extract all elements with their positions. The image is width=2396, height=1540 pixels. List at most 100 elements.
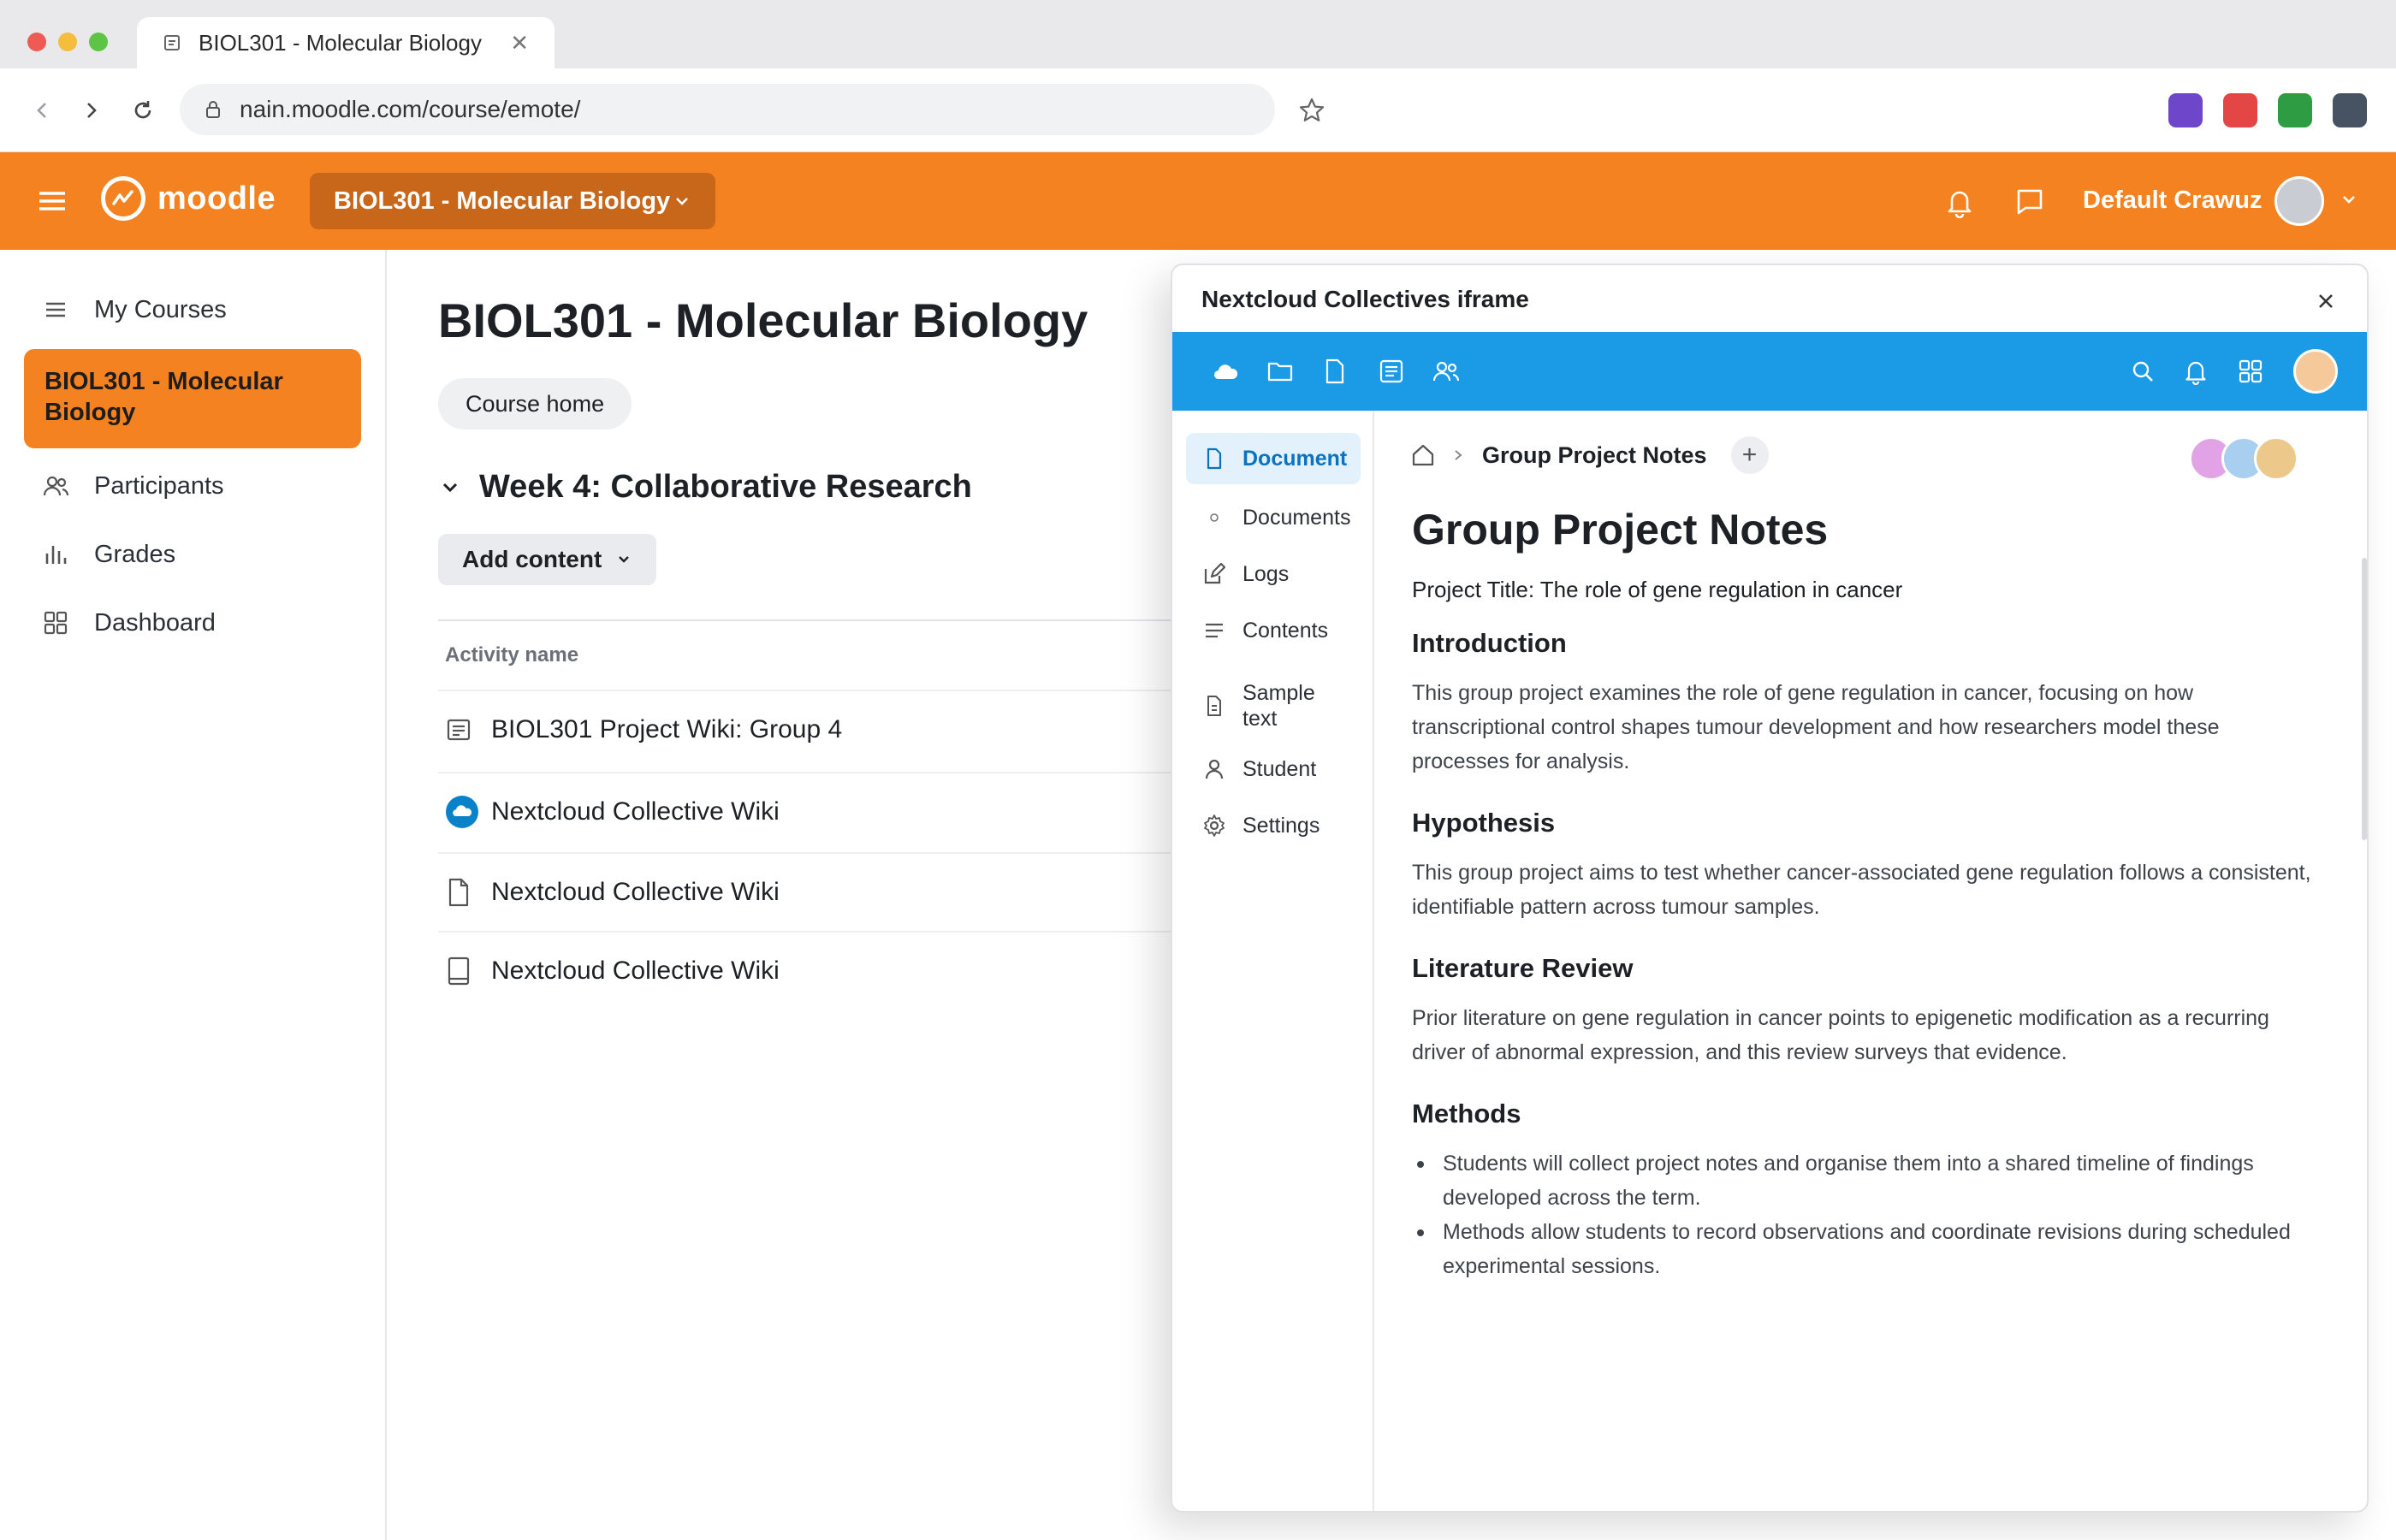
- activity-row[interactable]: Nextcloud Collective Wiki: [438, 931, 1174, 1010]
- home-icon[interactable]: [1410, 442, 1436, 468]
- star-icon: [1299, 98, 1325, 121]
- menu-toggle-button[interactable]: [34, 183, 70, 219]
- nav-item-document[interactable]: Document: [1186, 433, 1361, 484]
- forward-button[interactable]: [72, 91, 111, 130]
- notes-app-button[interactable]: [1373, 352, 1410, 390]
- add-subpage-button[interactable]: +: [1730, 436, 1769, 474]
- nav-item-contents[interactable]: Contents: [1186, 609, 1361, 652]
- search-button[interactable]: [2124, 352, 2162, 390]
- lock-icon: [204, 99, 222, 120]
- nextcloud-iframe-modal: Nextcloud Collectives iframe Document Do…: [1171, 264, 2369, 1513]
- user-avatar[interactable]: [2274, 176, 2324, 226]
- extension-red-icon[interactable]: [2223, 93, 2257, 127]
- activity-row[interactable]: Nextcloud Collective Wiki: [438, 852, 1174, 931]
- sidebar-item-dashboard[interactable]: Dashboard: [24, 604, 361, 642]
- sidebar-item-grades[interactable]: Grades: [24, 536, 361, 573]
- url-field[interactable]: nain.moodle.com/course/emote/: [180, 84, 1275, 135]
- course-home-button[interactable]: Course home: [438, 378, 632, 429]
- tab-close-icon[interactable]: ✕: [510, 30, 529, 56]
- url-text: nain.moodle.com/course/emote/: [240, 96, 581, 122]
- nav-item-label: Logs: [1242, 561, 1290, 586]
- person-icon: [1201, 756, 1227, 782]
- breadcrumb-current[interactable]: Group Project Notes: [1482, 442, 1707, 469]
- reload-icon: [134, 101, 151, 119]
- messages-button[interactable]: [2011, 183, 2049, 221]
- sidebar-item-label: Grades: [94, 540, 176, 568]
- section-paragraph: Prior literature on gene regulation in c…: [1412, 1006, 2269, 1064]
- nav-item-label: Student: [1242, 756, 1317, 781]
- collective-page-content: Group Project Notes + Group Project Note…: [1374, 411, 2367, 1511]
- notifications-button[interactable]: [1941, 183, 1978, 221]
- close-icon: [2319, 294, 2333, 308]
- nav-item-sample-text[interactable]: Sample text: [1186, 676, 1361, 736]
- nav-item-student[interactable]: Student: [1186, 748, 1361, 791]
- bookmark-button[interactable]: [1292, 91, 1331, 130]
- add-content-button[interactable]: Add content: [438, 534, 657, 585]
- document-icon: [1201, 446, 1227, 471]
- hamburger-icon: [39, 192, 65, 210]
- add-content-label: Add content: [462, 546, 602, 572]
- extension-purple-icon[interactable]: [2168, 93, 2203, 127]
- sidebar-item-participants[interactable]: Participants: [24, 467, 361, 505]
- chat-bubble-icon: [2017, 189, 2043, 215]
- maximize-window-button[interactable]: [89, 33, 108, 51]
- browser-tab[interactable]: BIOL301 - Molecular Biology ✕: [137, 17, 555, 68]
- back-icon: [37, 103, 46, 118]
- gear-icon: [1201, 813, 1227, 838]
- sidebar-item-label: Participants: [94, 471, 224, 500]
- nav-item-label: Document: [1242, 446, 1348, 471]
- browser-tab-bar: BIOL301 - Molecular Biology ✕: [0, 0, 2396, 68]
- extension-green-icon[interactable]: [2278, 93, 2312, 127]
- course-selector-dropdown[interactable]: BIOL301 - Molecular Biology: [310, 173, 715, 229]
- activity-row[interactable]: Nextcloud Collective Wiki: [438, 772, 1174, 850]
- activity-link[interactable]: Nextcloud Collective Wiki: [491, 957, 780, 986]
- content-scrollbar[interactable]: [2362, 558, 2367, 840]
- section-header[interactable]: Week 4: Collaborative Research: [438, 469, 972, 506]
- activity-link[interactable]: BIOL301 Project Wiki: Group 4: [491, 715, 842, 744]
- modal-title: Nextcloud Collectives iframe: [1201, 286, 1529, 312]
- nc-notifications-button[interactable]: [2177, 352, 2215, 390]
- section-heading: Introduction: [1412, 628, 1567, 658]
- files-app-button[interactable]: [1261, 352, 1299, 390]
- apps-menu-button[interactable]: [2232, 352, 2269, 390]
- section-paragraph: This group project aims to test whether …: [1412, 861, 2311, 919]
- nc-user-avatar[interactable]: [2293, 349, 2338, 394]
- minimize-window-button[interactable]: [58, 33, 77, 51]
- modal-close-button[interactable]: [2309, 284, 2343, 318]
- logo-text: moodle: [157, 180, 276, 216]
- wiki-icon: [438, 716, 481, 743]
- sidebar-item-current-course[interactable]: BIOL301 - Molecular Biology: [24, 349, 361, 448]
- activity-link[interactable]: Nextcloud Collective Wiki: [491, 878, 780, 907]
- user-name[interactable]: Default Crawuz: [2083, 187, 2262, 215]
- chevron-down-icon[interactable]: [438, 476, 462, 500]
- bell-icon: [1948, 191, 1972, 218]
- contacts-app-button[interactable]: [1427, 352, 1465, 390]
- activity-name-header[interactable]: Activity name: [445, 643, 578, 667]
- close-window-button[interactable]: [27, 33, 46, 51]
- document-icon: [1326, 358, 1344, 384]
- moodle-header: moodle BIOL301 - Molecular Biology Defau…: [0, 152, 2396, 250]
- nav-item-label: Settings: [1242, 813, 1320, 838]
- breadcrumb: Group Project Notes +: [1410, 436, 1769, 474]
- moodle-logo[interactable]: moodle: [101, 176, 276, 221]
- nextcloud-top-bar: [1172, 332, 2367, 411]
- table-divider: [438, 619, 1174, 621]
- nav-item-settings[interactable]: Settings: [1186, 804, 1361, 847]
- document-subtitle: Project Title: The role of gene regulati…: [1412, 577, 1903, 602]
- collaborator-avatar[interactable]: [2254, 436, 2298, 481]
- book-icon: [438, 956, 481, 986]
- text-app-button[interactable]: [1316, 352, 1354, 390]
- nav-item-logs[interactable]: Logs: [1186, 553, 1361, 595]
- activity-link[interactable]: Nextcloud Collective Wiki: [491, 797, 780, 826]
- reload-button[interactable]: [123, 91, 163, 130]
- grid-icon: [41, 608, 70, 637]
- activity-row[interactable]: BIOL301 Project Wiki: Group 4: [438, 690, 1174, 768]
- nextcloud-logo-icon[interactable]: [1207, 352, 1244, 390]
- users-icon: [1432, 361, 1460, 382]
- nav-item-documents[interactable]: Documents: [1186, 496, 1361, 539]
- back-button[interactable]: [22, 91, 62, 130]
- extension-gray-icon[interactable]: [2333, 93, 2367, 127]
- sidebar-item-my-courses[interactable]: My Courses: [24, 291, 361, 329]
- folder-icon: [1267, 362, 1293, 382]
- user-menu-chevron-icon[interactable]: [2336, 187, 2362, 212]
